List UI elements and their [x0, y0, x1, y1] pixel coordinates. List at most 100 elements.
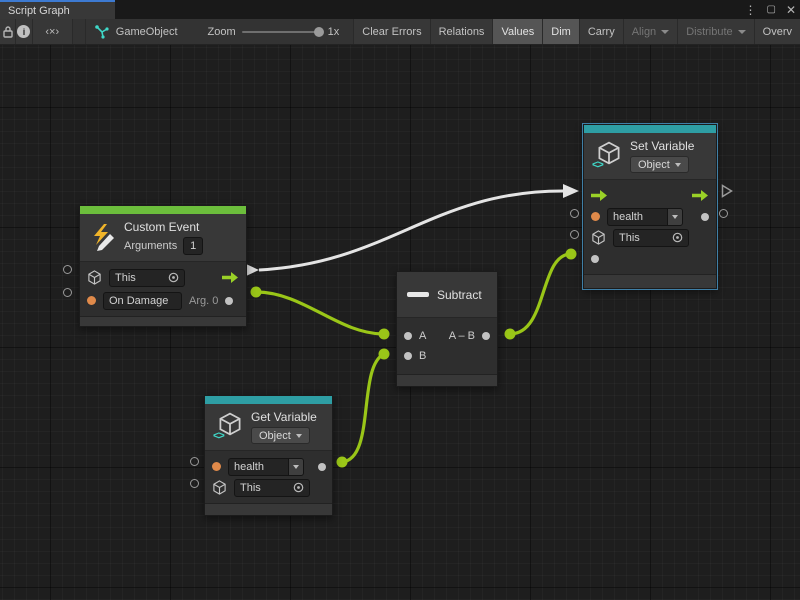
event-name-field[interactable]: On Damage [103, 292, 182, 310]
variable-name-port[interactable] [591, 212, 600, 221]
wire-subtract-to-setvar[interactable] [510, 254, 571, 334]
zoom-control: Zoom 1x [200, 19, 348, 44]
output-label: A – B [449, 330, 475, 342]
tab-strip: Script Graph ⋮ ▢ ✕ [0, 0, 800, 19]
align-label: Align [632, 26, 656, 38]
set-variable-outer-port[interactable] [719, 209, 728, 218]
get-variable-outer-port[interactable] [190, 457, 199, 466]
custom-event-icon [90, 223, 116, 253]
dropdown-button[interactable] [288, 458, 304, 476]
node-footer [205, 503, 332, 515]
input-b-port[interactable] [404, 352, 412, 360]
overview-button[interactable]: Overv [755, 19, 800, 44]
event-name-port[interactable] [87, 296, 96, 305]
input-a-port[interactable] [404, 332, 412, 340]
chevron-down-icon [296, 434, 302, 438]
values-toggle[interactable]: Values [493, 19, 543, 44]
relations-label: Relations [439, 26, 485, 38]
wire-dot [505, 329, 516, 340]
variable-name-dropdown[interactable]: health [228, 458, 304, 476]
wire-dot [379, 349, 390, 360]
wire-dot [566, 249, 577, 260]
relations-button[interactable]: Relations [431, 19, 494, 44]
target-field[interactable]: This [234, 479, 310, 497]
lock-icon [2, 25, 14, 38]
get-variable-outer-port[interactable] [190, 479, 199, 488]
lock-button[interactable] [0, 19, 16, 44]
graph-target[interactable]: GameObject [86, 19, 186, 44]
toolbar-divider [73, 19, 86, 44]
node-custom-event[interactable]: Custom Event Arguments 1 This [79, 205, 247, 327]
variable-cube-icon: <> [215, 412, 243, 442]
zoom-slider[interactable] [242, 31, 322, 33]
wire-arg0-to-a[interactable] [256, 292, 384, 334]
cube-icon [212, 480, 227, 495]
dropdown-button[interactable] [667, 208, 683, 226]
wire-getvar-to-b[interactable] [342, 354, 384, 462]
value-output-port[interactable] [318, 463, 326, 471]
chevron-down-icon [672, 215, 678, 219]
graph-canvas[interactable]: Custom Event Arguments 1 This [0, 45, 800, 600]
arguments-input[interactable]: 1 [183, 237, 203, 255]
target-field[interactable]: This [613, 229, 689, 247]
node-color-bar [584, 125, 716, 133]
set-variable-header: <> Set Variable Object [584, 133, 716, 179]
node-title: Custom Event [124, 220, 203, 234]
close-icon[interactable]: ✕ [786, 3, 796, 17]
flow-output-port[interactable] [222, 272, 239, 283]
arg0-output-port[interactable] [225, 297, 233, 305]
chevron-down-icon [675, 163, 681, 167]
flow-wire[interactable] [259, 191, 563, 270]
get-variable-header: <> Get Variable Object [205, 404, 332, 450]
overview-label: Overv [763, 26, 792, 38]
dim-toggle[interactable]: Dim [543, 19, 580, 44]
align-dropdown[interactable]: Align [624, 19, 678, 44]
set-variable-outer-port[interactable] [570, 209, 579, 218]
node-get-variable[interactable]: <> Get Variable Object health [204, 395, 333, 516]
set-variable-outer-port[interactable] [570, 230, 579, 239]
target-value: This [115, 272, 136, 284]
tab-script-graph[interactable]: Script Graph [0, 0, 115, 19]
custom-event-outer-port[interactable] [63, 288, 72, 297]
maximize-icon[interactable]: ▢ [766, 4, 775, 15]
target-value: This [240, 482, 261, 494]
value-output-port[interactable] [701, 213, 709, 221]
wire-dot [337, 457, 348, 468]
node-title: Set Variable [630, 139, 694, 153]
variable-cube-icon: <> [594, 141, 622, 171]
clear-errors-button[interactable]: Clear Errors [353, 19, 430, 44]
window-controls: ⋮ ▢ ✕ [744, 0, 796, 19]
flow-input-port[interactable] [591, 190, 608, 201]
distribute-dropdown[interactable]: Distribute [678, 19, 754, 44]
node-footer [397, 374, 497, 386]
scope-value: Object [638, 159, 670, 171]
info-button[interactable]: i [16, 19, 32, 44]
flow-continue-triangle[interactable] [721, 184, 733, 198]
window-menu-icon[interactable]: ⋮ [744, 3, 756, 17]
code-icon: ‹×› [45, 26, 59, 38]
carry-toggle[interactable]: Carry [580, 19, 624, 44]
variable-name-port[interactable] [212, 462, 221, 471]
node-set-variable[interactable]: <> Set Variable Object [583, 124, 717, 289]
custom-event-outer-port[interactable] [63, 265, 72, 274]
target-value: This [619, 232, 640, 244]
node-footer [584, 274, 716, 288]
cube-icon [591, 230, 606, 245]
variable-scope-dropdown[interactable]: Object [630, 156, 689, 173]
object-picker-icon[interactable] [672, 232, 683, 243]
output-port[interactable] [482, 332, 490, 340]
value-input-port[interactable] [591, 255, 599, 263]
edit-graph-button[interactable]: ‹×› [33, 19, 73, 44]
graph-target-label: GameObject [116, 26, 178, 38]
object-picker-icon[interactable] [168, 272, 179, 283]
flow-output-port[interactable] [692, 190, 709, 201]
node-subtract[interactable]: Subtract A A – B B [396, 271, 498, 387]
object-picker-icon[interactable] [293, 482, 304, 493]
node-color-bar [205, 396, 332, 404]
input-b-label: B [419, 350, 426, 362]
zoom-slider-handle[interactable] [314, 27, 324, 37]
cube-icon [87, 270, 102, 285]
target-field[interactable]: This [109, 269, 185, 287]
variable-name-dropdown[interactable]: health [607, 208, 683, 226]
variable-scope-dropdown[interactable]: Object [251, 427, 310, 444]
